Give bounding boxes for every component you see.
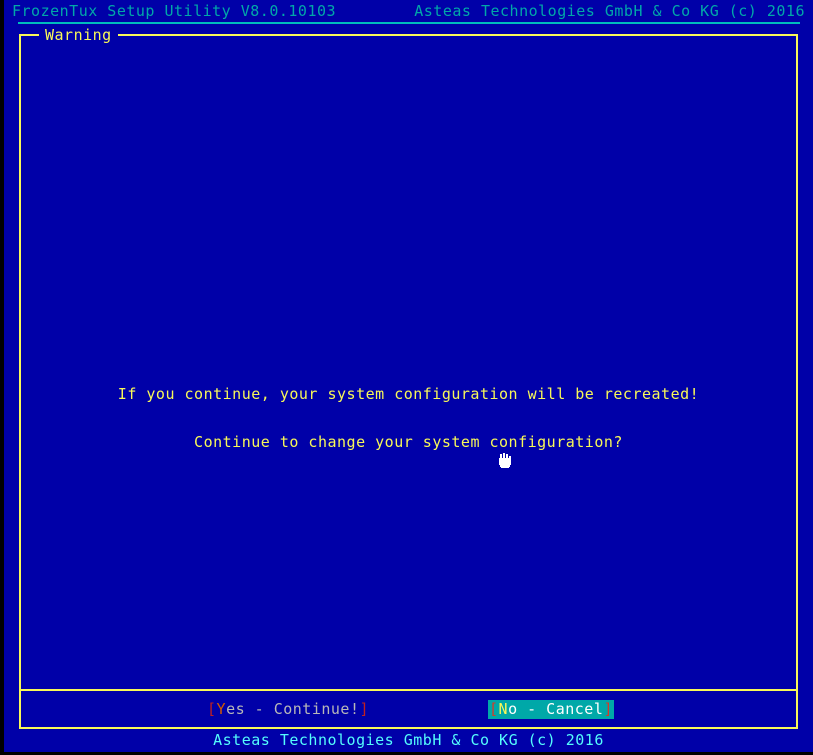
terminal-screen: FrozenTux Setup Utility V8.0.10103 Astea… xyxy=(0,0,813,755)
no-label: o - Cancel xyxy=(508,700,604,718)
no-close-bracket: ] xyxy=(603,700,613,718)
warning-message-line-2: Continue to change your system configura… xyxy=(194,433,623,451)
yes-label: es - Continue! xyxy=(226,700,360,718)
no-hotkey: N xyxy=(498,700,509,718)
button-bar-divider xyxy=(21,689,796,691)
yes-hotkey: Y xyxy=(216,700,227,718)
no-cancel-button[interactable]: [No - Cancel] xyxy=(488,700,614,719)
warning-dialog: Warning If you continue, your system con… xyxy=(19,26,798,729)
title-bar: FrozenTux Setup Utility V8.0.10103 Astea… xyxy=(4,0,813,22)
yes-continue-button[interactable]: [Yes - Continue!] xyxy=(207,700,369,719)
warning-message-line-1: If you continue, your system configurati… xyxy=(117,385,700,403)
dialog-body: If you continue, your system configurati… xyxy=(21,36,796,691)
footer-copyright: Asteas Technologies GmbH & Co KG (c) 201… xyxy=(213,731,604,749)
yes-close-bracket: ] xyxy=(359,700,370,718)
warning-message: If you continue, your system configurati… xyxy=(21,354,796,482)
vendor-copyright-title: Asteas Technologies GmbH & Co KG (c) 201… xyxy=(414,2,805,20)
yes-open-bracket: [ xyxy=(207,700,217,718)
no-open-bracket: [ xyxy=(489,700,499,718)
title-divider xyxy=(18,22,800,24)
console-surface: FrozenTux Setup Utility V8.0.10103 Astea… xyxy=(4,0,813,752)
app-title: FrozenTux Setup Utility V8.0.10103 xyxy=(12,2,337,20)
button-bar: [Yes - Continue!] [No - Cancel] xyxy=(21,693,796,727)
